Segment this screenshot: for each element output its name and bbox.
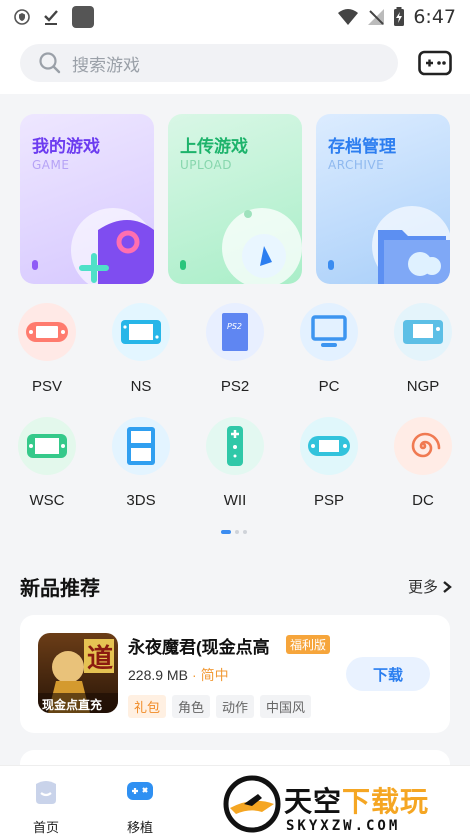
console-label: NGP bbox=[406, 378, 440, 395]
console-label: WSC bbox=[29, 492, 65, 509]
console-psv[interactable]: PSV bbox=[0, 300, 94, 410]
card-upload-games[interactable]: 上传游戏 UPLOAD bbox=[168, 114, 302, 284]
vpn-shield-icon bbox=[14, 9, 30, 25]
cover-caption: 现金点直充 bbox=[42, 697, 102, 712]
card-title: 存档管理 bbox=[328, 137, 396, 156]
console-row-1: PSV NS PS2 PS2 PC NGP bbox=[0, 300, 470, 410]
card-title: 上传游戏 bbox=[180, 137, 248, 156]
console-label: 3DS bbox=[126, 492, 156, 509]
psv-icon bbox=[18, 303, 76, 361]
gamepad-3d-icon bbox=[71, 208, 154, 284]
page-indicator bbox=[221, 530, 247, 534]
status-bar: 6:47 bbox=[0, 0, 470, 34]
download-done-icon bbox=[44, 10, 58, 25]
wifi-icon bbox=[338, 9, 359, 25]
search-placeholder: 搜索游戏 bbox=[72, 55, 140, 75]
header: 搜索游戏 bbox=[0, 34, 470, 94]
tag-role: 角色 bbox=[172, 695, 211, 718]
nav-port[interactable]: 移植 bbox=[110, 776, 170, 836]
console-label: DC bbox=[412, 492, 434, 509]
feature-cards: 我的游戏 GAME 上传游戏 UPLOAD 存档管理 ARCHIVE bbox=[20, 114, 450, 284]
nav-label: 首页 bbox=[32, 820, 59, 835]
search-icon bbox=[39, 52, 61, 74]
folder-cloud-icon bbox=[372, 206, 450, 284]
3ds-icon bbox=[112, 417, 170, 475]
game-meta: 228.9 MB · 简中 bbox=[128, 665, 229, 685]
card-subtitle: ARCHIVE bbox=[328, 158, 385, 172]
console-row-2: WSC 3DS WII PSP DC bbox=[0, 414, 470, 524]
app-square-icon bbox=[72, 6, 94, 28]
console-label: NS bbox=[130, 378, 152, 395]
card-dot bbox=[328, 260, 334, 270]
watermark-brand-main: 天空 bbox=[284, 786, 343, 817]
ngp-icon bbox=[394, 303, 452, 361]
psp-icon bbox=[300, 417, 358, 475]
console-psp[interactable]: PSP bbox=[282, 414, 376, 524]
console-label: PC bbox=[318, 378, 340, 395]
page-dot bbox=[235, 530, 239, 534]
search-input[interactable]: 搜索游戏 bbox=[20, 44, 398, 82]
file-size: 228.9 MB bbox=[128, 667, 188, 683]
language: 简中 bbox=[200, 667, 229, 683]
console-dc[interactable]: DC bbox=[376, 414, 470, 524]
watermark: 天空下载玩 SKYXZW.COM bbox=[222, 770, 470, 837]
chevron-right-icon bbox=[443, 580, 452, 593]
nav-label: 移植 bbox=[126, 820, 153, 835]
battery-charging-icon bbox=[394, 7, 405, 26]
tag-list: 礼包 角色 动作 中国风 bbox=[128, 695, 312, 718]
console-label: WII bbox=[223, 492, 247, 509]
more-label: 更多 bbox=[407, 579, 438, 596]
watermark-brand-accent: 下载玩 bbox=[342, 786, 430, 817]
gamepad-icon[interactable] bbox=[418, 48, 452, 78]
meta-separator: · bbox=[191, 667, 197, 683]
game-cover-image: 道 现金点直充 bbox=[38, 633, 118, 713]
console-ps2[interactable]: PS2 PS2 bbox=[188, 300, 282, 410]
card-dot bbox=[32, 260, 38, 270]
card-archive-manager[interactable]: 存档管理 ARCHIVE bbox=[316, 114, 450, 284]
watermark-brand: 天空下载玩 bbox=[284, 780, 429, 820]
watermark-logo-icon bbox=[223, 775, 281, 833]
home-icon bbox=[36, 781, 56, 804]
no-signal-icon bbox=[368, 9, 385, 25]
watermark-url: SKYXZW.COM bbox=[286, 818, 401, 834]
dreamcast-swirl-icon bbox=[394, 417, 452, 475]
ps2-icon: PS2 bbox=[206, 303, 264, 361]
console-wii[interactable]: WII bbox=[188, 414, 282, 524]
console-label: PSP bbox=[313, 492, 344, 509]
console-ngp[interactable]: NGP bbox=[376, 300, 470, 410]
monitor-icon bbox=[300, 303, 358, 361]
wii-remote-icon bbox=[206, 417, 264, 475]
card-dot bbox=[180, 260, 186, 270]
clock: 6:47 bbox=[413, 6, 456, 28]
card-subtitle: UPLOAD bbox=[180, 158, 232, 172]
console-label: PSV bbox=[31, 378, 62, 395]
page-dot bbox=[243, 530, 247, 534]
card-subtitle: GAME bbox=[32, 158, 70, 172]
wsc-icon bbox=[18, 417, 76, 475]
console-label: PS2 bbox=[220, 378, 250, 395]
welfare-badge: 福利版 bbox=[286, 635, 331, 654]
console-3ds[interactable]: 3DS bbox=[94, 414, 188, 524]
tag-chinese-style: 中国风 bbox=[260, 695, 312, 718]
page-dot-active bbox=[221, 530, 231, 534]
card-title: 我的游戏 bbox=[32, 137, 100, 156]
game-card[interactable]: 道 现金点直充 永夜魔君(现金点高 福利版 228.9 MB · 简中 礼包 角色 … bbox=[20, 615, 450, 733]
game-title: 永夜魔君(现金点高 bbox=[128, 638, 270, 657]
tag-action: 动作 bbox=[216, 695, 255, 718]
upload-cloud-icon bbox=[222, 208, 302, 284]
download-button[interactable]: 下载 bbox=[346, 657, 430, 691]
console-wsc[interactable]: WSC bbox=[0, 414, 94, 524]
nav-home[interactable]: 首页 bbox=[16, 776, 76, 836]
ps2-icon-text: PS2 bbox=[227, 322, 242, 331]
switch-icon bbox=[112, 303, 170, 361]
section-title: 新品推荐 bbox=[20, 578, 100, 600]
more-link[interactable]: 更多 bbox=[408, 576, 452, 597]
gamepad-icon bbox=[127, 782, 153, 800]
card-my-games[interactable]: 我的游戏 GAME bbox=[20, 114, 154, 284]
cover-glyph: 道 bbox=[87, 643, 113, 674]
console-pc[interactable]: PC bbox=[282, 300, 376, 410]
console-ns[interactable]: NS bbox=[94, 300, 188, 410]
tag-gift: 礼包 bbox=[128, 695, 167, 718]
